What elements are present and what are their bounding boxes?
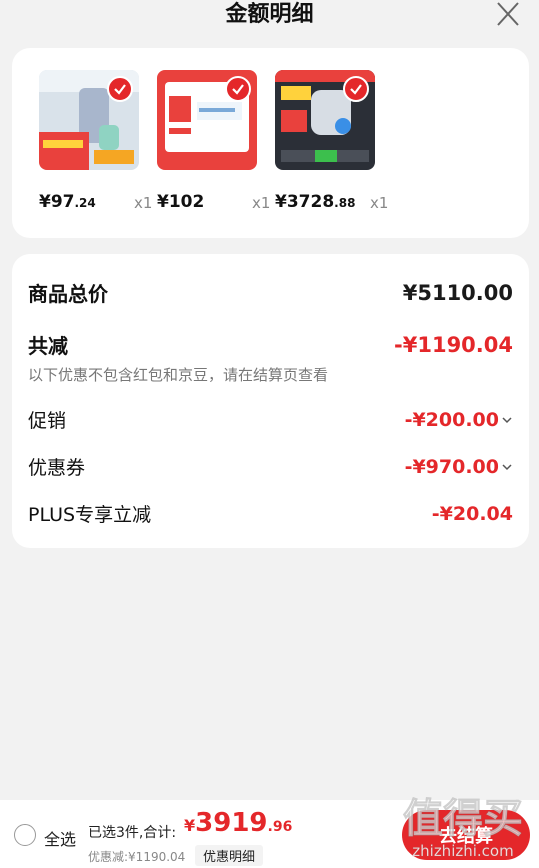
product-price: ¥97.24 [39, 192, 96, 212]
total-reduce-value: -¥1190.04 [394, 332, 513, 357]
product-price: ¥3728.88 [275, 192, 356, 212]
product-thumbnail [39, 70, 139, 170]
chevron-down-icon [502, 464, 512, 471]
promo-value: -¥200.00 [405, 409, 513, 431]
selected-check-icon [225, 76, 251, 102]
plus-label: PLUS专享立减 [28, 504, 152, 526]
product-item[interactable]: ¥102 x1 [142, 70, 270, 220]
total-reduce-label: 共减 [28, 334, 68, 358]
checkout-button[interactable]: 去结算 [402, 810, 530, 860]
select-all-radio[interactable] [14, 824, 36, 846]
product-quantity: x1 [370, 194, 389, 212]
product-price: ¥102 [157, 192, 205, 212]
product-item[interactable]: ¥3728.88 x1 [260, 70, 388, 220]
total-amount: ¥3919.96 [184, 808, 293, 838]
price-summary: 商品总价 ¥5110.00 共减 -¥1190.04 以下优惠不包含红包和京豆，… [12, 254, 529, 548]
total-price-row: 商品总价 ¥5110.00 [28, 278, 513, 307]
page-title: 金额明细 [225, 2, 314, 27]
discount-amount: 优惠减:¥1190.04 [88, 850, 186, 864]
discount-note: 以下优惠不包含红包和京豆，请在结算页查看 [28, 366, 329, 384]
chevron-down-icon [502, 417, 512, 424]
product-thumbnail [157, 70, 257, 170]
select-all-label[interactable]: 全选 [44, 826, 76, 850]
selected-info: 已选3件,合计: [88, 825, 177, 841]
promo-label: 促销 [28, 410, 67, 432]
selected-check-icon [343, 76, 369, 102]
coupon-row[interactable]: 优惠券 -¥970.00 [28, 453, 513, 480]
close-icon[interactable] [493, 0, 523, 28]
plus-value: -¥20.04 [431, 502, 513, 525]
product-list: ¥97.24 x1 ¥102 x1 ¥3728.88 x1 [12, 48, 529, 238]
plus-row: PLUS专享立减 -¥20.04 [28, 500, 513, 527]
coupon-value: -¥970.00 [405, 456, 513, 478]
selected-check-icon [107, 76, 133, 102]
header: 金额明细 [0, 0, 539, 40]
discount-detail-button[interactable]: 优惠明细 [195, 845, 264, 866]
coupon-label: 优惠券 [28, 457, 86, 479]
product-item[interactable]: ¥97.24 x1 [24, 70, 152, 220]
product-thumbnail [275, 70, 375, 170]
total-price-label: 商品总价 [28, 282, 108, 306]
promo-row[interactable]: 促销 -¥200.00 [28, 406, 513, 433]
total-reduce-row: 共减 -¥1190.04 [28, 330, 513, 359]
bottom-bar: 全选 已选3件,合计: ¥3919.96 优惠减:¥1190.04 优惠明细 去… [0, 800, 539, 868]
total-price-value: ¥5110.00 [402, 280, 513, 305]
